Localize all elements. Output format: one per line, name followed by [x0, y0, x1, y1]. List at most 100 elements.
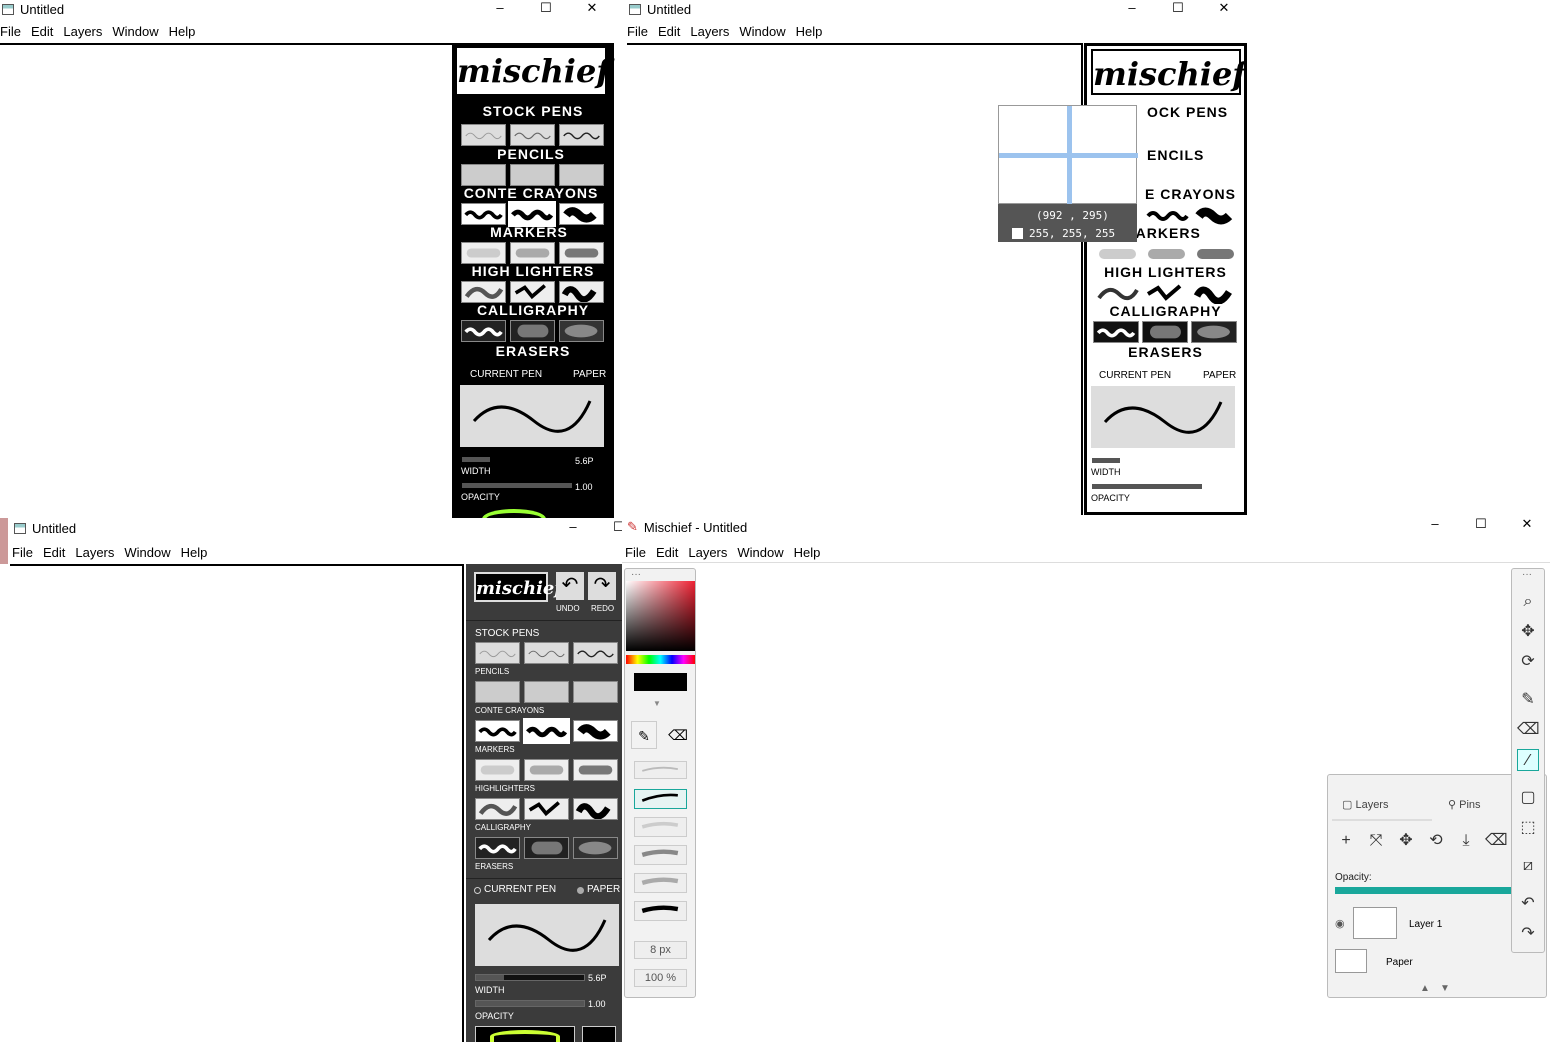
menu-window[interactable]: Window	[739, 22, 789, 42]
highlighter-tile[interactable]	[573, 798, 618, 820]
pencil-tile[interactable]	[461, 164, 506, 186]
maximize-button[interactable]: ☐	[596, 519, 622, 538]
menu-file[interactable]: File	[625, 543, 650, 563]
opacity-slider[interactable]	[475, 1000, 585, 1007]
highlighter-tile[interactable]	[524, 798, 569, 820]
paper-layer-name[interactable]: Paper	[1386, 957, 1413, 968]
calligraphy-tile[interactable]	[1191, 321, 1237, 343]
highlighter-tile[interactable]	[1144, 282, 1189, 304]
redo-button[interactable]: ↷	[588, 572, 616, 600]
layers-tab[interactable]: ▢ Layers	[1332, 789, 1432, 821]
menu-help[interactable]: Help	[169, 22, 200, 42]
pen-tile[interactable]	[573, 642, 618, 664]
menu-help[interactable]: Help	[794, 543, 825, 563]
menu-window[interactable]: Window	[112, 22, 162, 42]
pen-tile[interactable]	[524, 642, 569, 664]
menu-file[interactable]: File	[12, 543, 37, 563]
merge-down-icon[interactable]: ⤓	[1455, 830, 1477, 852]
current-pen-radio[interactable]	[474, 887, 481, 894]
add-layer-icon[interactable]: +	[1335, 830, 1357, 852]
clear-layer-icon[interactable]: ⌫	[1485, 830, 1508, 852]
color-swatch[interactable]	[582, 1026, 616, 1042]
paper-radio[interactable]	[577, 887, 584, 894]
paper-label[interactable]: PAPER	[587, 884, 620, 895]
calligraphy-tile[interactable]	[461, 320, 506, 342]
opacity-slider[interactable]	[462, 483, 572, 488]
eyedropper-icon[interactable]: ⁄	[1517, 749, 1539, 771]
brush-size-field[interactable]: 8 px	[634, 941, 687, 959]
calligraphy-tile[interactable]	[559, 320, 604, 342]
brush-opacity-field[interactable]: 100 %	[634, 969, 687, 987]
minimize-button[interactable]: –	[550, 519, 596, 538]
marker-tile[interactable]	[524, 759, 569, 781]
brush-preset[interactable]	[634, 901, 687, 921]
canvas[interactable]	[10, 564, 464, 1042]
highlighter-tile[interactable]	[1095, 282, 1140, 304]
color-field[interactable]	[626, 581, 695, 651]
menu-help[interactable]: Help	[796, 22, 827, 42]
menu-edit[interactable]: Edit	[658, 22, 684, 42]
menu-window[interactable]: Window	[124, 543, 174, 563]
pan-icon[interactable]: ✥	[1517, 621, 1539, 643]
menu-edit[interactable]: Edit	[31, 22, 57, 42]
marker-tile[interactable]	[510, 242, 555, 264]
current-pen-label[interactable]: CURRENT PEN	[470, 369, 542, 380]
menu-layers[interactable]: Layers	[63, 22, 106, 42]
scroll-down-icon[interactable]: ▼	[1440, 983, 1450, 994]
brush-tool-icon[interactable]: ✎	[631, 721, 657, 749]
highlighter-tile[interactable]	[559, 281, 604, 303]
menu-edit[interactable]: Edit	[656, 543, 682, 563]
rotate-icon[interactable]: ⟳	[1517, 651, 1539, 673]
close-button[interactable]: ✕	[1504, 516, 1550, 538]
highlighter-tile[interactable]	[510, 281, 555, 303]
undo-button[interactable]: ↶	[556, 572, 584, 600]
menu-window[interactable]: Window	[737, 543, 787, 563]
redo-icon[interactable]: ↷	[1517, 923, 1539, 945]
calligraphy-tile[interactable]	[510, 320, 555, 342]
layer-opacity-slider[interactable]	[1335, 887, 1520, 894]
brush-preset-selected[interactable]	[634, 789, 687, 809]
crayon-tile[interactable]	[1145, 204, 1190, 226]
paper-label[interactable]: PAPER	[1203, 370, 1236, 381]
brush-preset[interactable]	[634, 761, 687, 779]
pencil-tile[interactable]	[559, 164, 604, 186]
pen-tile[interactable]	[461, 124, 506, 146]
rectangle-select-icon[interactable]: ▢	[1517, 787, 1539, 809]
menu-file[interactable]: File	[0, 22, 25, 42]
crayon-tile-selected[interactable]	[523, 718, 570, 744]
minimize-button[interactable]: –	[1109, 0, 1155, 19]
pen-tile[interactable]	[510, 124, 555, 146]
marker-tile[interactable]	[573, 759, 618, 781]
canvas-resize-icon[interactable]: ⧄	[1517, 855, 1539, 877]
title-bar[interactable]: Untitled – ☐	[10, 519, 622, 538]
pen-tile[interactable]	[559, 124, 604, 146]
menu-edit[interactable]: Edit	[43, 543, 69, 563]
pencil-tile[interactable]	[524, 681, 569, 703]
menu-file[interactable]: File	[627, 22, 652, 42]
collapse-chevron-icon[interactable]: ▼	[653, 699, 661, 708]
marker-tile[interactable]	[475, 759, 520, 781]
brush-icon[interactable]: ✎	[1517, 689, 1539, 711]
panel-grip[interactable]: ···	[631, 569, 641, 580]
minimize-button[interactable]: –	[477, 0, 523, 19]
hue-slider[interactable]	[626, 655, 695, 664]
marker-tile[interactable]	[1144, 243, 1189, 265]
crayon-tile[interactable]	[1193, 204, 1238, 226]
canvas[interactable]	[0, 43, 452, 518]
pencil-tile[interactable]	[573, 681, 618, 703]
menu-layers[interactable]: Layers	[690, 22, 733, 42]
opacity-slider[interactable]	[1092, 484, 1202, 489]
highlighter-tile[interactable]	[475, 798, 520, 820]
close-button[interactable]: ✕	[569, 0, 615, 19]
calligraphy-tile[interactable]	[475, 837, 520, 859]
undo-icon[interactable]: ↶	[1517, 893, 1539, 915]
width-slider[interactable]	[475, 974, 585, 981]
transform-layer-icon[interactable]: ⤧	[1365, 830, 1387, 852]
eraser-icon[interactable]: ⌫	[1517, 719, 1540, 741]
calligraphy-tile[interactable]	[1142, 321, 1188, 343]
rotate-layer-icon[interactable]: ⟲	[1425, 830, 1447, 852]
brush-preset[interactable]	[634, 873, 687, 893]
crayon-tile[interactable]	[461, 203, 506, 225]
close-button[interactable]: ✕	[1201, 0, 1247, 19]
title-bar[interactable]: Untitled – ☐ ✕	[0, 0, 615, 19]
